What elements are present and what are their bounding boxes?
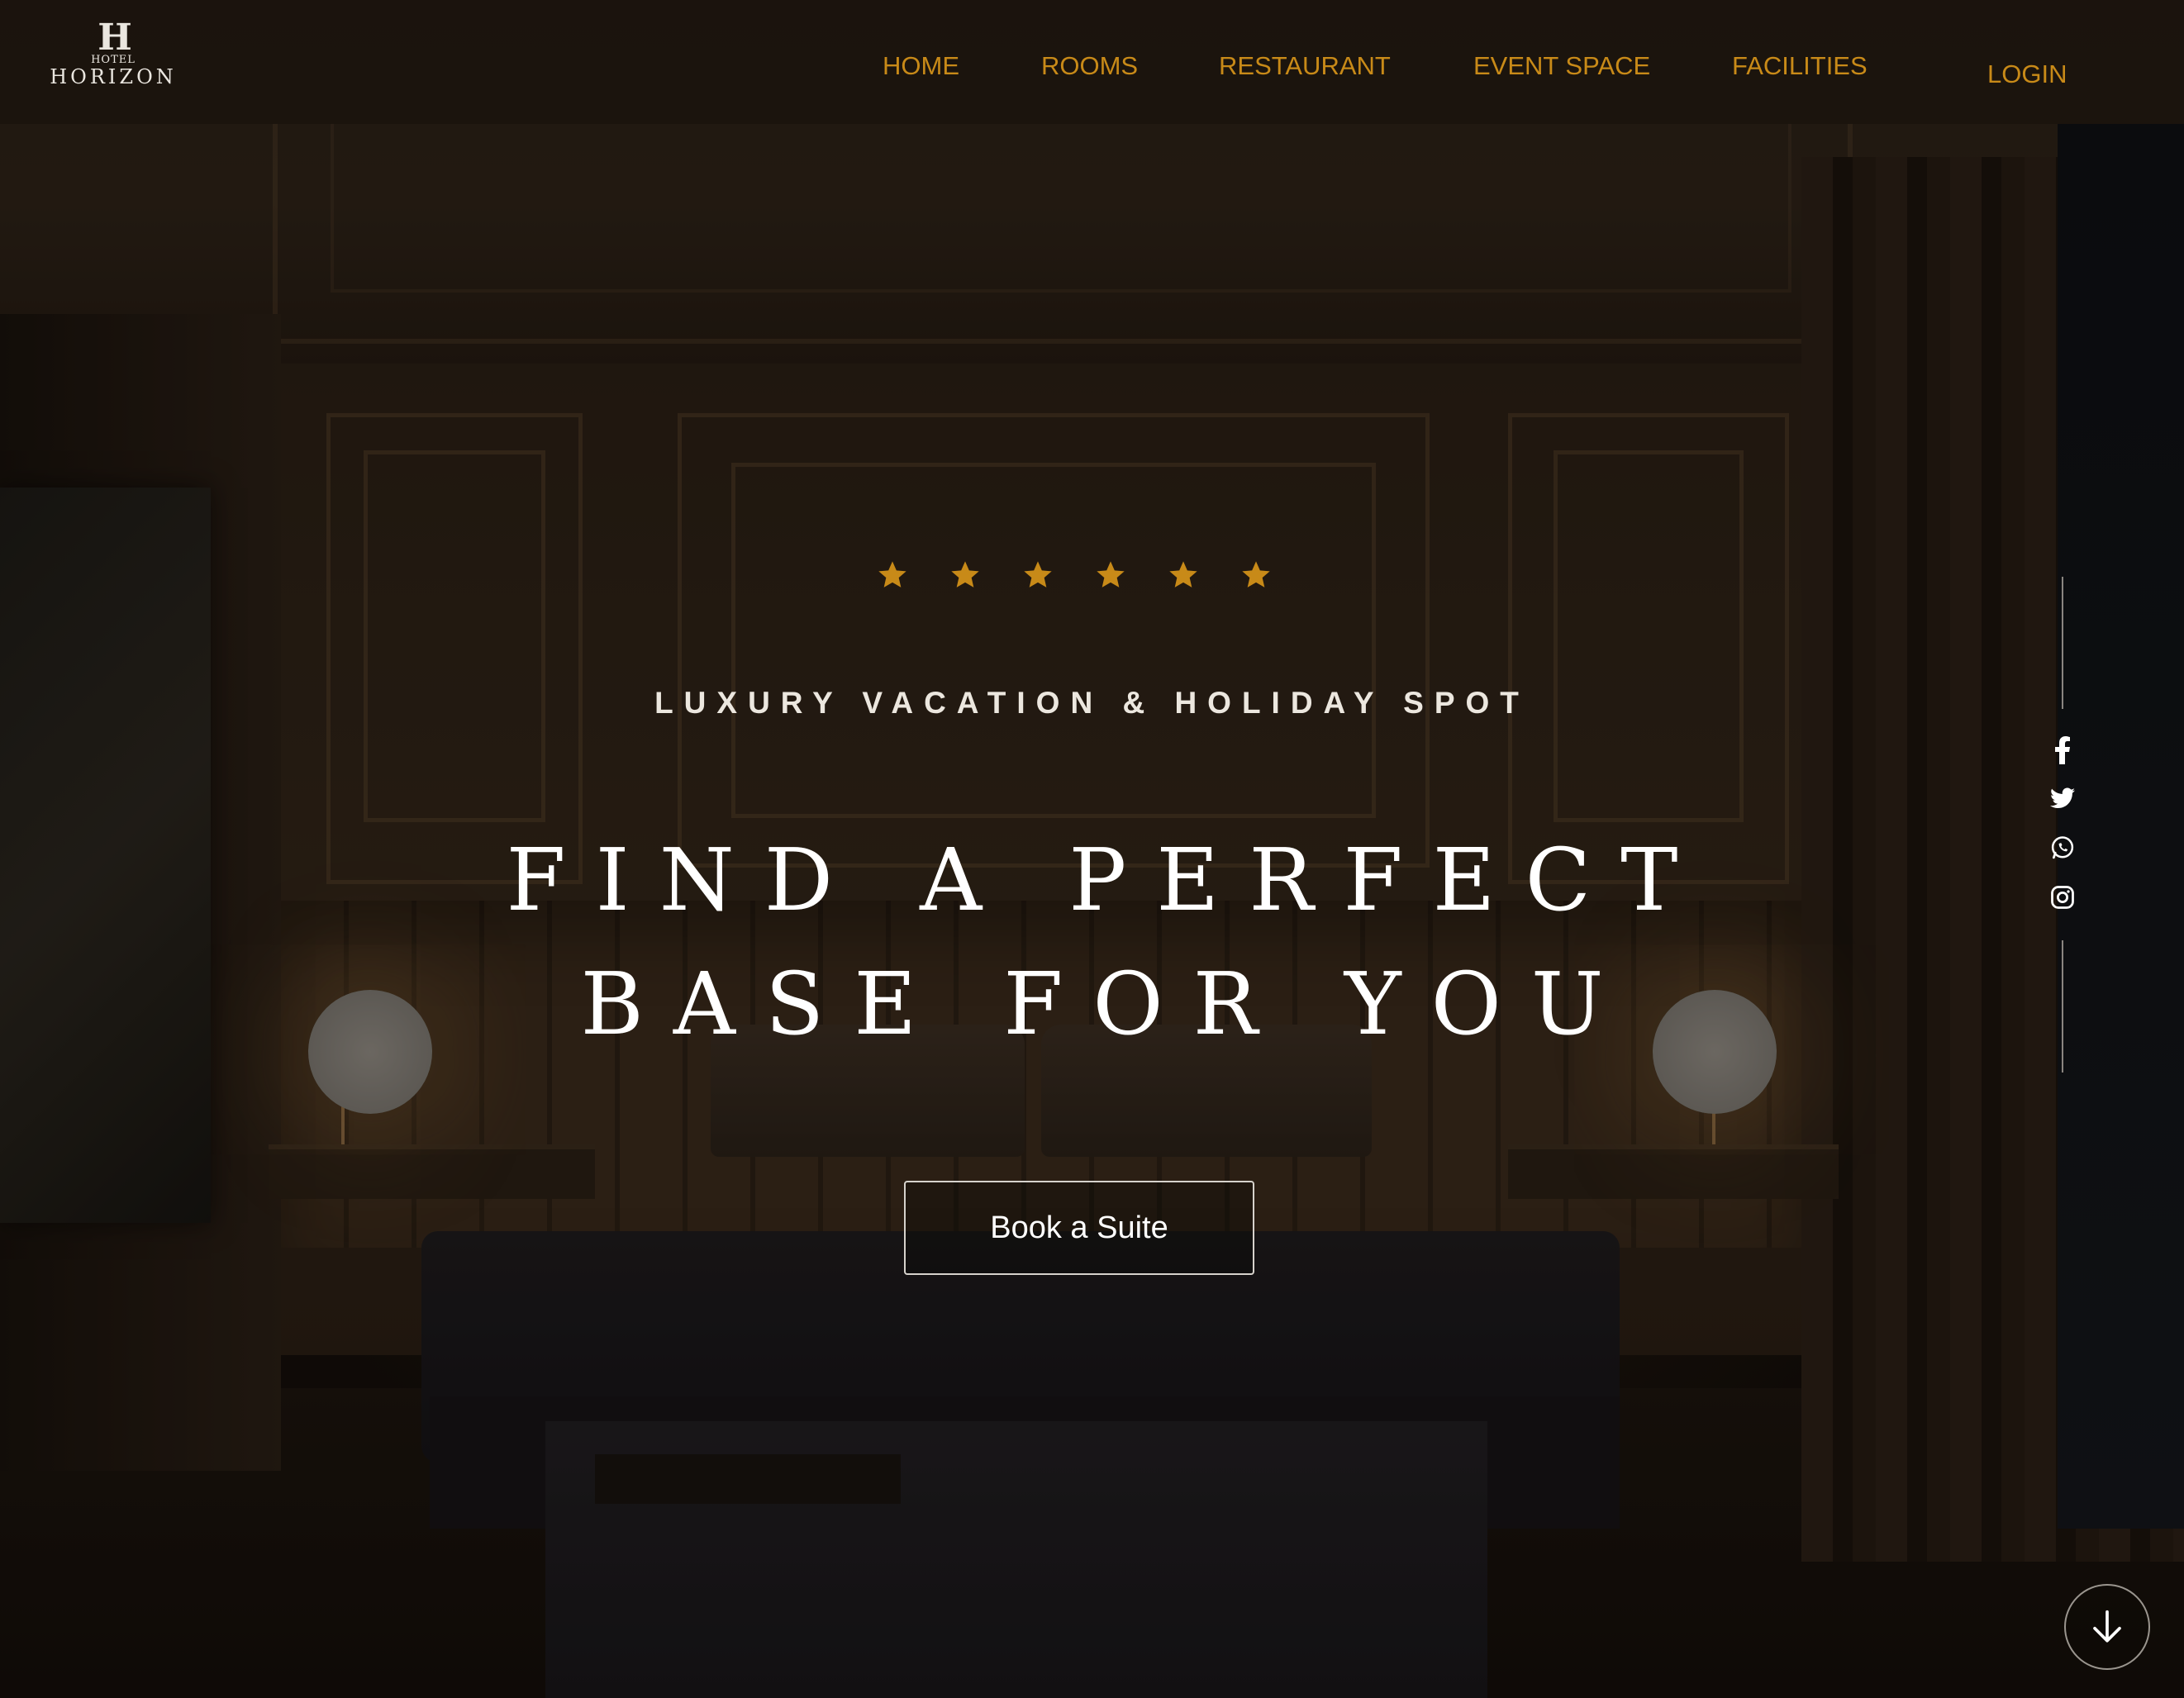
- nav-item-home[interactable]: HOME: [883, 51, 959, 81]
- social-divider-bottom: [2062, 940, 2063, 1073]
- hero-tagline: LUXURY VACATION & HOLIDAY SPOT: [654, 686, 1530, 720]
- hotel-logo[interactable]: H HOTEL HORIZON: [43, 17, 183, 88]
- login-link[interactable]: LOGIN: [1987, 59, 2067, 89]
- social-divider-top: [2062, 577, 2063, 709]
- star-icon: [1242, 561, 1270, 587]
- star-icon: [878, 561, 906, 587]
- star-icon: [1169, 561, 1197, 587]
- logo-mark: H: [98, 17, 132, 59]
- logo-subtitle: HOTEL: [91, 54, 136, 66]
- hero-headline-line2: BASE FOR YOU: [580, 954, 1634, 1054]
- facebook-icon[interactable]: [2048, 735, 2077, 765]
- twitter-icon[interactable]: [2048, 783, 2077, 813]
- instagram-icon[interactable]: [2048, 882, 2077, 912]
- book-suite-button[interactable]: Book a Suite: [904, 1181, 1254, 1275]
- hero-headline-line1: FIND A PERFECT: [506, 830, 1708, 930]
- scroll-down-button[interactable]: [2064, 1584, 2150, 1670]
- arrow-down-icon: [2093, 1610, 2121, 1643]
- logo-name: HORIZON: [50, 65, 177, 88]
- star-icon: [951, 561, 979, 587]
- star-icon: [1024, 561, 1052, 587]
- nav-item-rooms[interactable]: ROOMS: [1041, 51, 1138, 81]
- star-icon: [1097, 561, 1125, 587]
- nav-item-facilities[interactable]: FACILITIES: [1732, 51, 1868, 81]
- nav-item-event-space[interactable]: EVENT SPACE: [1473, 51, 1650, 81]
- hero-headline: FIND A PERFECT BASE FOR YOU: [0, 818, 2184, 1066]
- nav-item-restaurant[interactable]: RESTAURANT: [1219, 51, 1391, 81]
- whatsapp-icon[interactable]: [2048, 833, 2077, 863]
- star-rating: [876, 559, 1281, 600]
